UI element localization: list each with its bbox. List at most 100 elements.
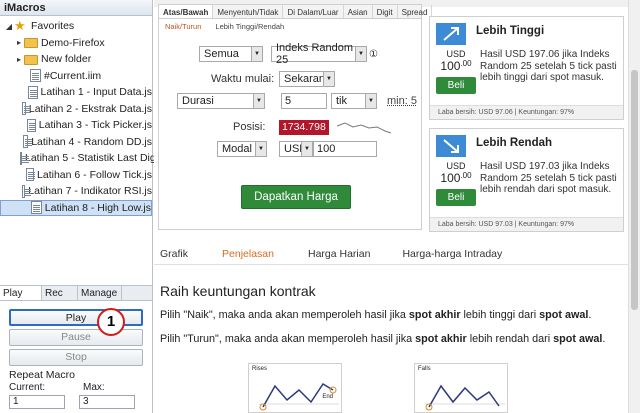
price-decimals: .00 [460, 59, 472, 68]
text: lebih rendah dari [466, 333, 554, 345]
chevron-down-icon: ▼ [355, 47, 366, 61]
file-icon [30, 69, 41, 83]
info-tabs: Grafik Penjelasan Harga Harian Harga-har… [154, 243, 628, 265]
macro-file-item[interactable]: Latihan 4 - Random DD.js [0, 134, 152, 151]
pause-button[interactable]: Pause [9, 329, 143, 346]
rises-end-label: End [322, 394, 333, 400]
offer-footer: Laba bersih: USD 97.06 | Keuntungan: 97% [430, 105, 623, 119]
tab-manage[interactable]: Manage [78, 286, 122, 300]
offer-lower: Lebih Rendah USD 100.00 Beli Hasil USD 1… [429, 128, 624, 232]
info-icon[interactable]: ① [369, 49, 378, 60]
tab-di-dalam-luar[interactable]: Di Dalam/Luar [283, 5, 344, 18]
subtab-lebih-tinggi-rendah[interactable]: Lebih Tinggi/Rendah [215, 22, 284, 31]
buy-button[interactable]: Beli [436, 77, 476, 94]
folder-item[interactable]: ▸ New folder [0, 51, 152, 68]
chevron-down-icon: ▼ [251, 47, 262, 61]
macro-file-item[interactable]: Latihan 6 - Follow Tick.js [0, 167, 152, 184]
current-label: Current: [9, 382, 46, 393]
paragraph-naik: Pilih "Naik", maka anda akan memperoleh … [160, 309, 622, 321]
sparkline-chart [336, 122, 391, 134]
tab-harga-harian[interactable]: Harga Harian [302, 243, 376, 264]
expand-toggle-icon[interactable]: ▸ [14, 38, 24, 47]
semua-value: Semua [204, 48, 239, 60]
durasi-input[interactable]: 5 [281, 93, 327, 109]
tab-rec[interactable]: Rec [42, 286, 78, 300]
durasi-unit-select[interactable]: tik ▼ [331, 93, 377, 109]
subtab-naik-turun[interactable]: Naik/Turun [165, 22, 201, 31]
offer-footer: Laba bersih: USD 97.03 | Keuntungan: 97% [430, 217, 623, 231]
file-icon [22, 102, 31, 116]
posisi-label: Posisi: [233, 121, 266, 133]
offer-description: Hasil USD 197.03 jika Indeks Random 25 s… [480, 161, 617, 195]
text: Pilih "Naik", maka anda akan memperoleh … [160, 309, 409, 321]
arrow-down-right-icon [436, 135, 466, 157]
tree-item-label: Latihan 6 - Follow Tick.js [37, 168, 152, 181]
chevron-down-icon: ▼ [301, 142, 312, 156]
tab-menyentuh[interactable]: Menyentuh/Tidak [213, 5, 284, 18]
tab-harga-intraday[interactable]: Harga-harga Intraday [396, 243, 508, 264]
price-decimals: .00 [460, 171, 472, 180]
macro-file-item[interactable]: Latihan 7 - Indikator RSI.js [0, 183, 152, 200]
tab-spread[interactable]: Spread [398, 5, 433, 18]
waktu-mulai-select[interactable]: Sekarang ▼ [279, 71, 335, 87]
favorites-item[interactable]: ◢ ★ Favorites [0, 18, 152, 35]
text: . [588, 309, 592, 321]
file-icon [23, 135, 33, 149]
explanation-content: Raih keuntungan kontrak Pilih "Naik", ma… [160, 283, 622, 357]
offer-title: Lebih Tinggi [476, 25, 545, 37]
max-field[interactable]: 3 [79, 395, 135, 409]
vertical-scrollbar[interactable] [628, 0, 640, 413]
file-icon [20, 151, 29, 165]
folder-item[interactable]: ▸ Demo-Firefox [0, 35, 152, 52]
min-label: min: 5 [387, 95, 417, 107]
get-price-button[interactable]: Dapatkan Harga [241, 185, 351, 209]
durasi-select[interactable]: Durasi ▼ [177, 93, 265, 109]
tree-item-label: #Current.iim [44, 69, 102, 82]
trade-form: Atas/Bawah Menyentuh/Tidak Di Dalam/Luar… [158, 4, 433, 230]
macro-file-item[interactable]: #Current.iim [0, 68, 152, 85]
play-button-label: Play [65, 312, 87, 324]
chevron-down-icon: ▼ [323, 72, 334, 86]
tree-item-label: New folder [41, 53, 92, 66]
modal-select[interactable]: Modal ▼ [217, 141, 267, 157]
tree-item-label: Latihan 8 - High Low.js [44, 201, 151, 214]
stop-button[interactable]: Stop [9, 349, 143, 366]
expand-toggle-icon[interactable]: ▸ [14, 55, 24, 64]
market-select[interactable]: Indeks Random 25 ▼ [271, 42, 367, 66]
semua-select[interactable]: Semua ▼ [199, 46, 263, 62]
macro-file-item[interactable]: Latihan 3 - Tick Picker.js [0, 117, 152, 134]
tab-digit[interactable]: Digit [373, 5, 398, 18]
scrollbar-thumb[interactable] [631, 70, 638, 310]
file-icon [26, 168, 35, 182]
browser-content: Atas/Bawah Menyentuh/Tidak Di Dalam/Luar… [154, 0, 640, 413]
file-icon [21, 184, 30, 198]
price-amount: 100 [440, 171, 461, 185]
tab-atas-bawah[interactable]: Atas/Bawah [159, 5, 214, 18]
tab-play[interactable]: Play [0, 286, 42, 300]
bold-text: spot akhir [415, 333, 467, 345]
buy-button[interactable]: Beli [436, 189, 476, 206]
tab-penjelasan[interactable]: Penjelasan [216, 243, 280, 264]
tab-asian[interactable]: Asian [344, 5, 373, 18]
macro-file-item[interactable]: Latihan 1 - Input Data.js [0, 84, 152, 101]
text: Pilih "Turun", maka anda akan memperoleh… [160, 333, 416, 345]
offer-description: Hasil USD 197.06 jika Indeks Random 25 s… [480, 49, 617, 83]
expand-toggle-icon[interactable]: ◢ [4, 22, 14, 31]
chevron-down-icon: ▼ [255, 142, 266, 156]
step-annotation: 1 [97, 308, 125, 336]
macro-file-item[interactable]: Latihan 2 - Ekstrak Data.js [0, 101, 152, 118]
tree-item-label: Latihan 5 - Statistik Last Digit.js [25, 152, 172, 165]
macro-file-item[interactable]: Latihan 8 - High Low.js [0, 199, 152, 216]
amount-input[interactable]: 100 [313, 141, 377, 157]
current-field[interactable]: 1 [9, 395, 65, 409]
currency-select[interactable]: USD ▼ [279, 141, 313, 157]
repeat-macro-label: Repeat Macro [9, 369, 75, 381]
folder-icon [24, 54, 38, 65]
play-button[interactable]: Play 1 [9, 308, 143, 336]
rises-illustration: Rises End [248, 363, 342, 413]
contract-tabs: Atas/Bawah Menyentuh/Tidak Di Dalam/Luar… [159, 5, 433, 19]
macro-file-item[interactable]: Latihan 5 - Statistik Last Digit.js [0, 150, 171, 167]
waktu-mulai-label: Waktu mulai: [211, 73, 275, 85]
text: lebih tinggi dari [460, 309, 540, 321]
tab-grafik[interactable]: Grafik [154, 243, 194, 264]
